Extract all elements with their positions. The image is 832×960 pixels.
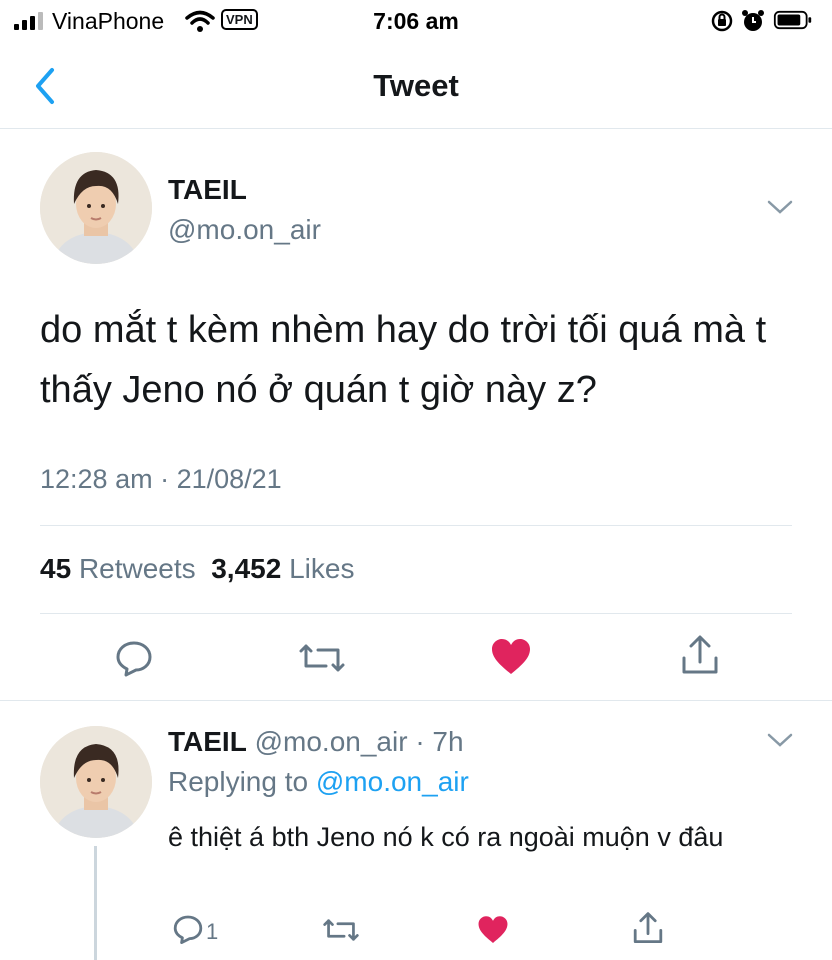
status-bar: VinaPhone VPN 7:06 am [0,0,832,44]
retweet-icon[interactable] [298,640,346,676]
author-name[interactable]: TAEIL [168,174,247,206]
thread-line [94,846,97,960]
replying-prefix: Replying to [168,766,309,797]
avatar[interactable] [40,726,152,838]
alarm-icon [742,10,764,31]
battery-icon [773,10,812,30]
reply-count: 1 [206,919,219,944]
like-icon[interactable] [490,638,532,676]
share-icon[interactable] [632,911,664,945]
reply-text: ê thiệt á bth Jeno nó k có ra ngoài muộn… [168,822,724,852]
like-icon[interactable] [477,915,509,945]
retweets-count[interactable]: 45 [40,553,71,584]
likes-label[interactable]: Likes [289,553,354,584]
tweet-text: do mắt t kèm nhèm hay do trời tối quá mà… [40,309,767,411]
reply-age: · 7h [415,726,464,757]
reply-header: TAEIL @mo.on_air · 7h [168,726,464,758]
tweet-timestamp[interactable]: 12:28 am · 21/08/21 [40,464,282,495]
nav-bar: Tweet [0,44,832,129]
chevron-down-icon[interactable] [766,198,794,216]
reply-icon[interactable] [114,638,154,678]
retweet-icon[interactable] [322,916,360,944]
retweets-label[interactable]: Retweets [79,553,196,584]
avatar[interactable] [40,152,152,264]
reply-author-handle[interactable]: @mo.on_air [255,726,408,757]
status-time: 7:06 am [373,8,459,34]
replying-to: Replying to @mo.on_air [168,766,469,798]
chevron-down-icon[interactable] [766,731,794,749]
reply-author-name[interactable]: TAEIL [168,726,247,757]
replying-to-handle[interactable]: @mo.on_air [316,766,469,797]
author-handle[interactable]: @mo.on_air [168,214,321,246]
page-title: Tweet [373,68,459,103]
rotation-lock-icon [711,10,733,32]
divider [40,613,792,614]
reply-icon[interactable] [172,913,204,945]
tweet-stats: 45 Retweets 3,452 Likes [40,553,354,585]
share-icon[interactable] [680,634,720,676]
divider [40,525,792,526]
likes-count[interactable]: 3,452 [211,553,281,584]
divider [0,700,832,701]
